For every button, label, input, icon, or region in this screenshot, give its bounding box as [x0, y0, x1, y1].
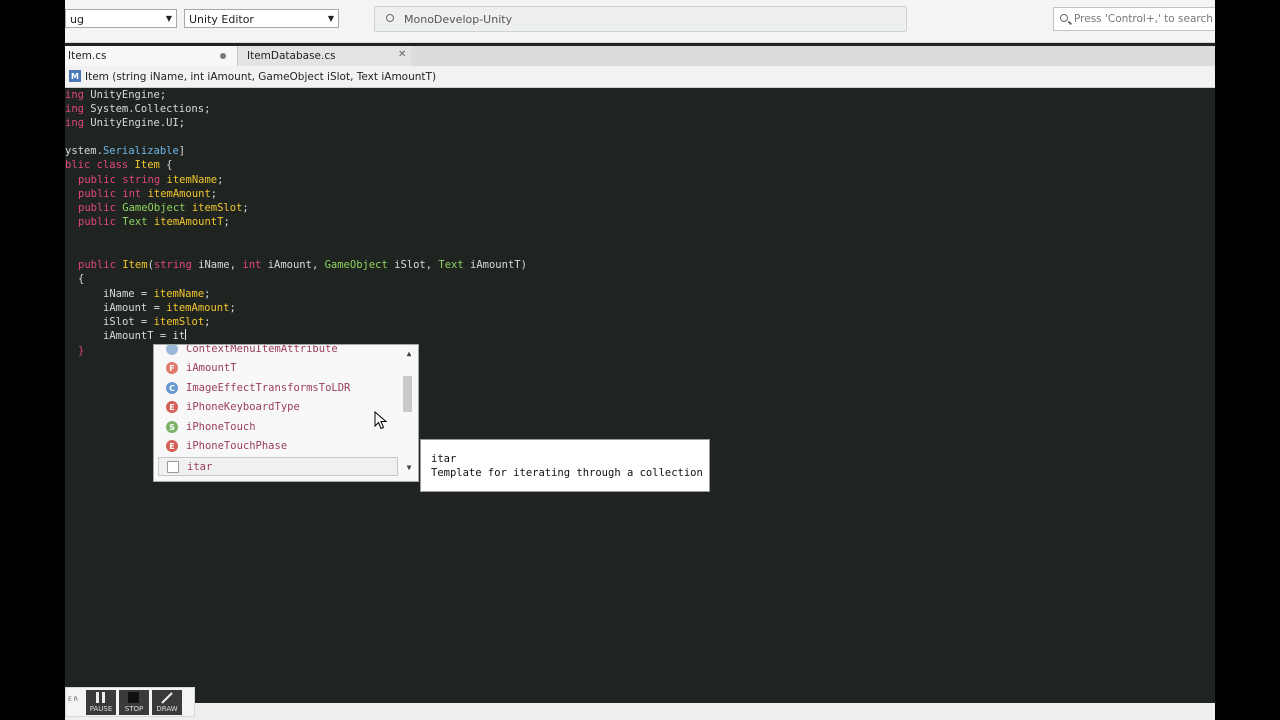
tab-label: ItemDatabase.cs [247, 50, 336, 62]
search-placeholder: Press 'Control+,' to search [1074, 13, 1213, 25]
completion-item[interactable]: F iAmountT [154, 359, 404, 378]
field-icon: F [166, 362, 178, 374]
completion-tooltip: itar Template for iterating through a co… [420, 439, 710, 492]
completion-item-label: iPhoneTouch [186, 421, 256, 433]
completion-item-label: ImageEffectTransformsToLDR [186, 382, 351, 394]
completion-item[interactable]: E iPhoneTouchPhase [154, 437, 404, 456]
code-line: public Text itemAmountT; [78, 216, 230, 228]
code-line-current: iAmountT = it [103, 329, 187, 342]
enum-icon: E [166, 401, 178, 413]
recorder-widget: E R PAUSE STOP DRAW [65, 687, 195, 717]
completion-item[interactable]: S iPhoneTouch [154, 418, 404, 437]
class-icon [166, 345, 178, 355]
code-line: ing System.Collections; [65, 103, 211, 115]
code-line: public int itemAmount; [78, 188, 218, 200]
modified-dot-icon[interactable] [220, 53, 226, 59]
code-line: iSlot = itemSlot; [103, 316, 211, 328]
stop-icon [128, 692, 139, 703]
pencil-icon [161, 692, 173, 704]
breadcrumb-text: Item (string iName, int iAmount, GameObj… [85, 71, 437, 83]
pause-icon [96, 692, 105, 703]
scroll-up-icon[interactable]: ▲ [402, 349, 416, 361]
code-line: ing UnityEngine; [65, 89, 167, 101]
monodevelop-window: ug ▼ Unity Editor ▼ MonoDevelop-Unity Pr… [65, 0, 1215, 720]
configuration-combo[interactable]: ug ▼ [65, 9, 177, 28]
configuration-value: ug [70, 13, 84, 26]
code-line: { [78, 273, 85, 285]
draw-label: DRAW [156, 705, 178, 713]
text-caret [185, 329, 187, 340]
code-line: iName = itemName; [103, 288, 211, 300]
template-icon [167, 461, 179, 473]
tab-label: Item.cs [68, 50, 107, 62]
chevron-down-icon: ▼ [165, 14, 173, 23]
search-icon [1060, 14, 1068, 22]
enum-icon: E [166, 440, 178, 452]
code-line: public Item(string iName, int iAmount, G… [78, 259, 527, 271]
draw-button[interactable]: DRAW [152, 690, 182, 715]
document-tabs: Item.cs ItemDatabase.cs ✕ [65, 46, 1215, 66]
code-line: blic class Item { [65, 159, 173, 171]
completion-item-label: iAmountT [186, 362, 237, 374]
completion-item[interactable]: ContextMenuItemAttribute [154, 344, 404, 359]
completion-item-label: ContextMenuItemAttribute [186, 344, 338, 355]
completion-item[interactable]: C ImageEffectTransformsToLDR [154, 379, 404, 398]
target-combo[interactable]: Unity Editor ▼ [184, 9, 339, 28]
chevron-down-icon: ▼ [327, 14, 335, 23]
pause-label: PAUSE [89, 705, 113, 713]
tab-itemdatabase-cs[interactable]: ItemDatabase.cs ✕ [237, 46, 411, 66]
tooltip-title: itar [431, 453, 457, 465]
code-line: public GameObject itemSlot; [78, 202, 249, 214]
struct-icon: S [166, 421, 178, 433]
scroll-down-icon[interactable]: ▼ [402, 463, 416, 475]
completion-item-label: iPhoneKeyboardType [186, 401, 300, 413]
code-line: iAmount = itemAmount; [103, 302, 236, 314]
class-icon: C [166, 382, 178, 394]
scrollbar-thumb[interactable] [403, 376, 412, 412]
tooltip-description: Template for iterating through a collect… [431, 467, 703, 479]
status-icon [386, 14, 394, 22]
close-icon[interactable]: ✕ [398, 49, 406, 60]
code-line: } [78, 345, 85, 357]
status-area: MonoDevelop-Unity [374, 6, 907, 32]
target-value: Unity Editor [189, 13, 254, 26]
mouse-pointer-icon [374, 411, 388, 430]
completion-item-label: itar [187, 461, 213, 473]
stop-label: STOP [124, 705, 144, 713]
pause-button[interactable]: PAUSE [86, 690, 116, 715]
status-bar [65, 703, 1215, 720]
search-input[interactable]: Press 'Control+,' to search [1053, 7, 1215, 31]
method-icon: M [69, 70, 81, 82]
main-toolbar: ug ▼ Unity Editor ▼ MonoDevelop-Unity Pr… [65, 0, 1215, 43]
code-line: ystem.Serializable] [65, 145, 186, 157]
tab-item-cs[interactable]: Item.cs [65, 46, 237, 66]
completion-item-selected[interactable]: itar [158, 457, 398, 476]
status-text: MonoDevelop-Unity [404, 13, 513, 26]
breadcrumb[interactable]: M Item (string iName, int iAmount, GameO… [65, 66, 1215, 88]
recorder-side-label: E R [68, 696, 78, 703]
code-line: ing UnityEngine.UI; [65, 117, 186, 129]
stop-button[interactable]: STOP [119, 690, 149, 715]
completion-item-label: iPhoneTouchPhase [186, 440, 288, 452]
completion-item[interactable]: E iPhoneKeyboardType [154, 398, 404, 417]
code-line: public string itemName; [78, 174, 224, 186]
